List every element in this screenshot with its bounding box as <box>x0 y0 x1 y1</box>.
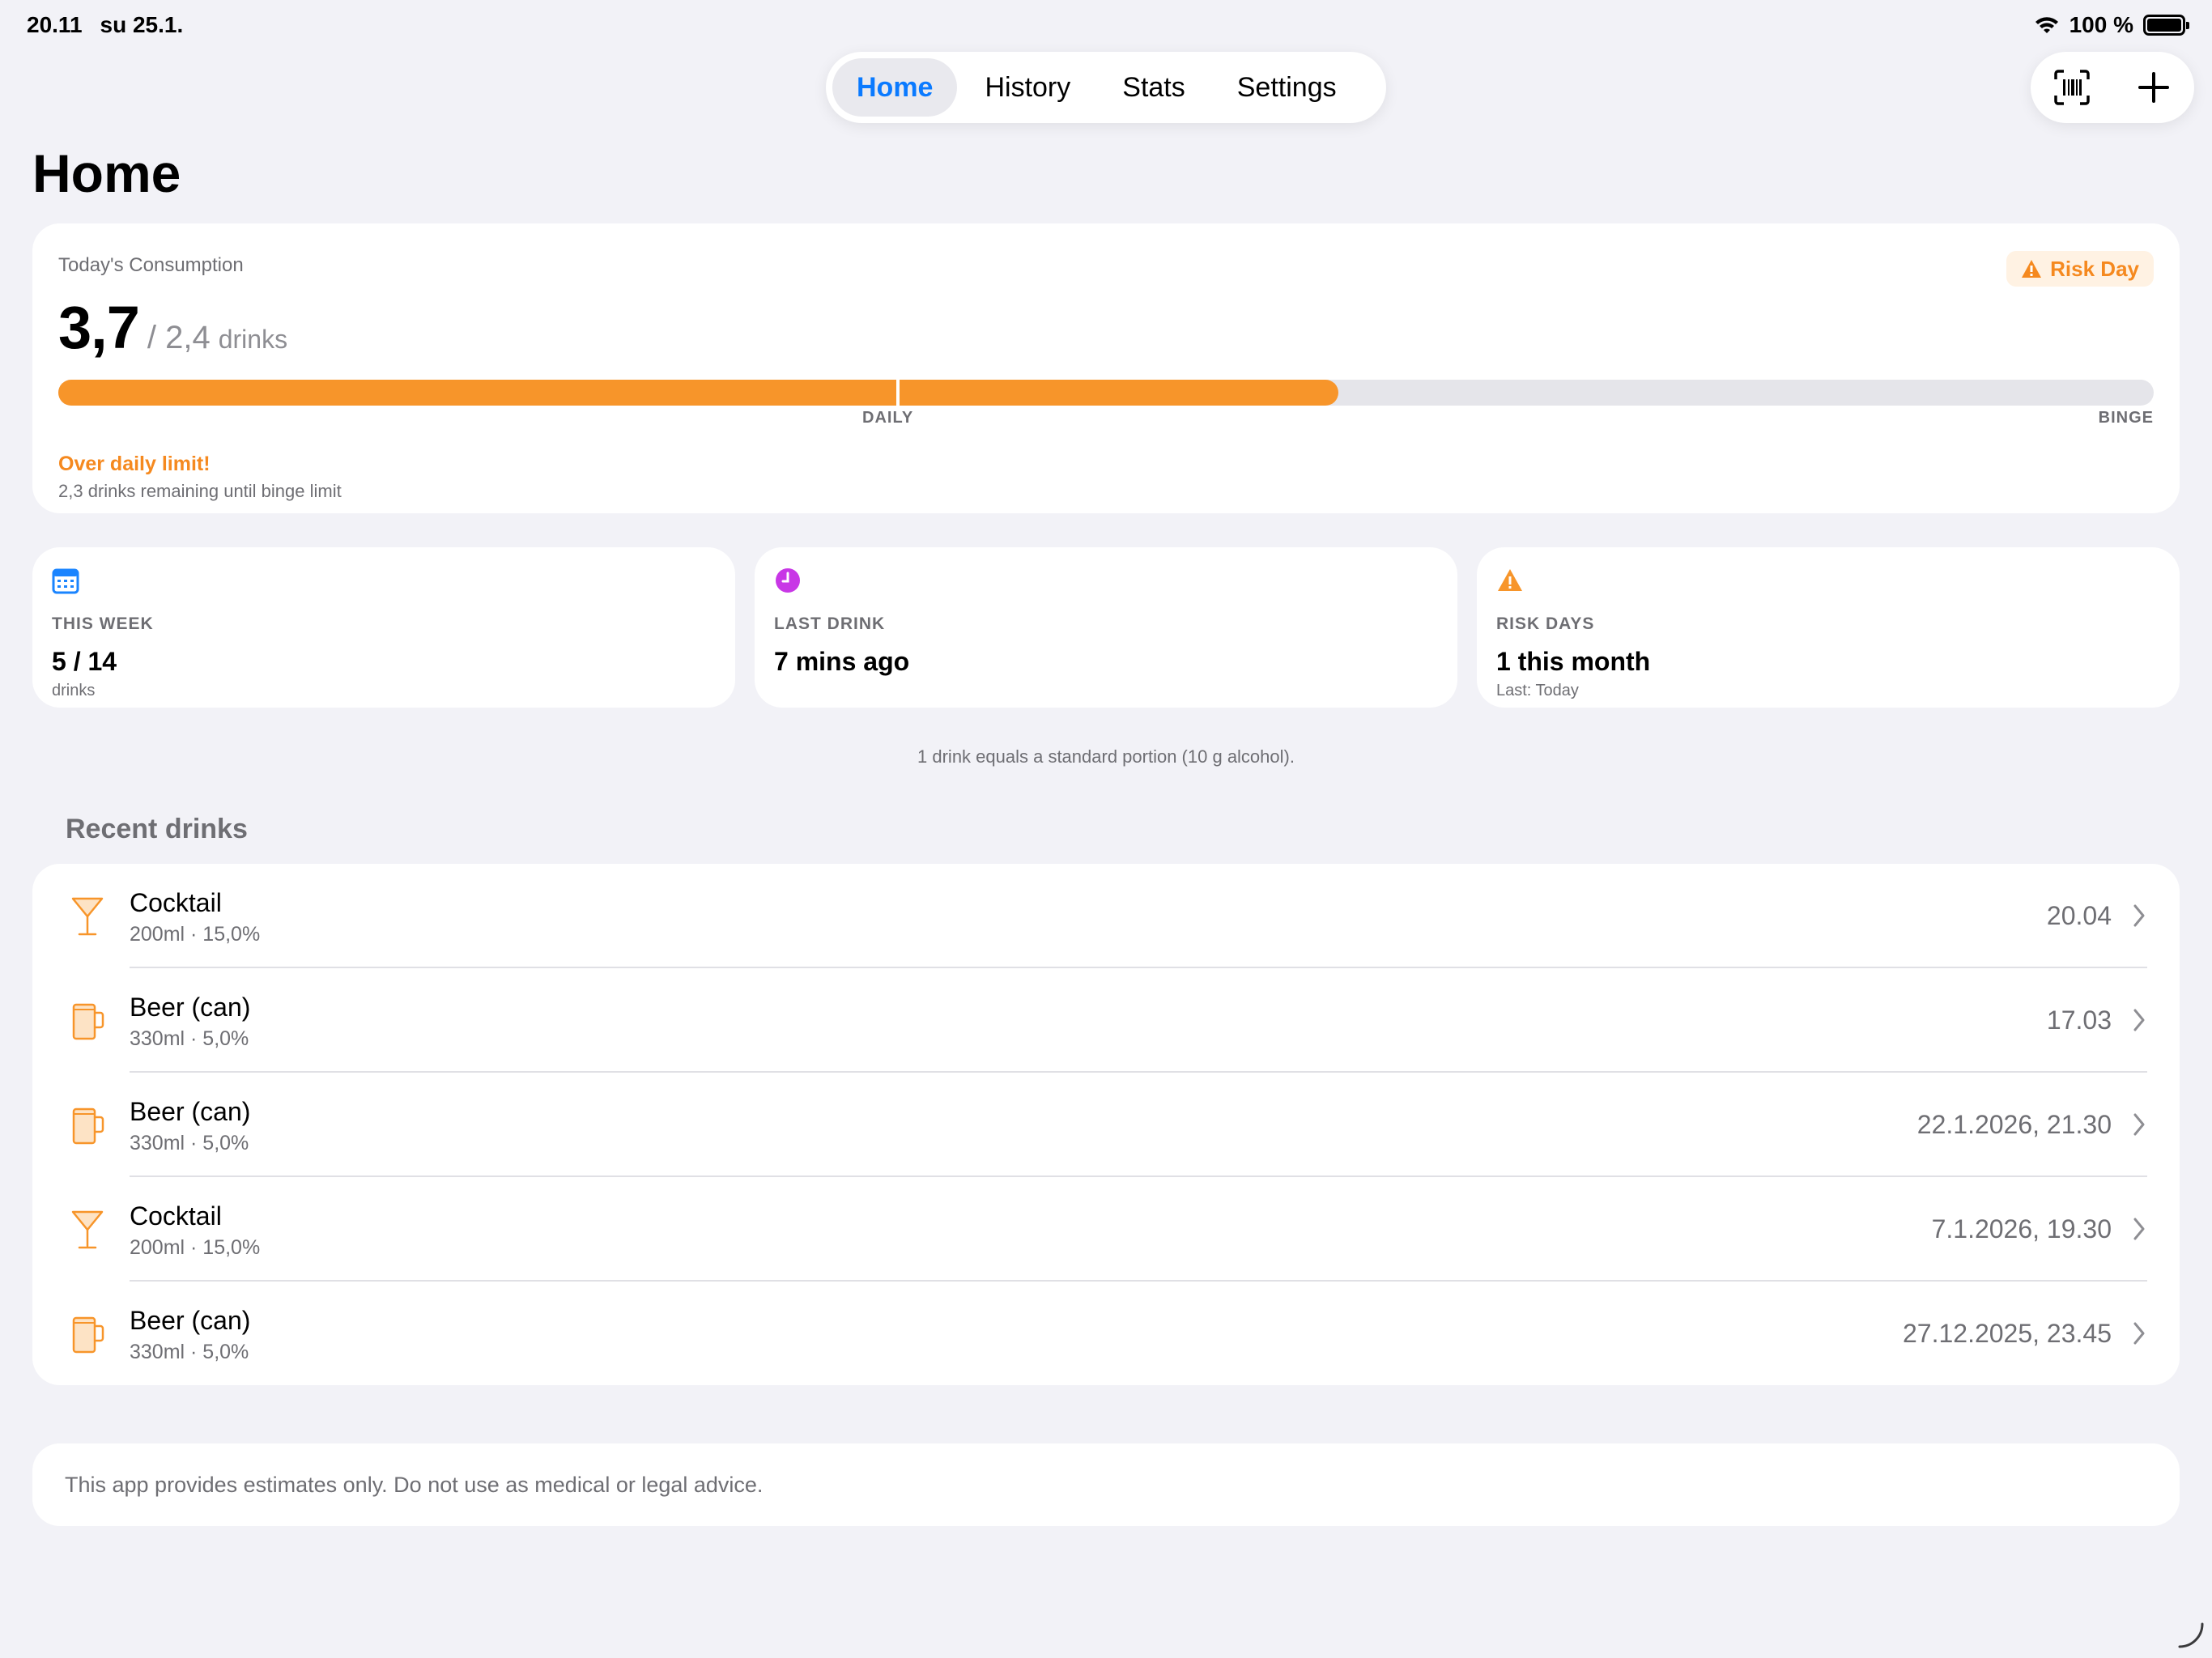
drink-text: Cocktail 200ml · 15,0% <box>130 888 260 946</box>
wifi-icon <box>2035 17 2058 33</box>
list-item[interactable]: Beer (can) 330ml · 5,0% 17.03 <box>32 968 2180 1073</box>
last-drink-card[interactable]: LAST DRINK 7 mins ago <box>755 547 1457 708</box>
drink-name: Cocktail <box>130 888 222 917</box>
disclaimer-card: This app provides estimates only. Do not… <box>32 1443 2180 1526</box>
list-item[interactable]: Beer (can) 330ml · 5,0% 27.12.2025, 23.4… <box>32 1282 2180 1385</box>
drink-time: 17.03 <box>2046 1005 2112 1035</box>
chevron-right-icon <box>2133 1218 2145 1240</box>
add-drink-button[interactable] <box>2121 55 2186 120</box>
barcode-scan-icon <box>2053 70 2090 105</box>
binge-limit-label: BINGE <box>2098 409 2154 427</box>
consumption-value-row: 3,7 / 2,4 drinks <box>58 293 2154 362</box>
this-week-value: 5 / 14 <box>52 647 117 676</box>
warning-icon <box>2022 260 2042 278</box>
chevron-right-icon <box>2133 1322 2145 1345</box>
consumption-unit: drinks <box>218 325 288 354</box>
beer-mug-icon <box>72 1003 104 1040</box>
scan-button[interactable] <box>2040 55 2104 120</box>
daily-limit-marker <box>896 380 900 406</box>
risk-day-label: Risk Day <box>2050 256 2139 281</box>
chevron-right-icon <box>2133 1113 2145 1136</box>
tab-bar: Home History Stats Settings <box>826 52 1386 123</box>
consumption-progress-fill <box>58 380 1339 406</box>
status-time: 20.11 <box>27 12 83 37</box>
tab-home[interactable]: Home <box>832 58 958 117</box>
todays-consumption-label: Today's Consumption <box>58 254 244 276</box>
resize-handle-icon[interactable] <box>2175 1619 2207 1652</box>
beer-mug-icon <box>72 1316 104 1354</box>
drink-name: Cocktail <box>130 1201 222 1231</box>
progress-bar-labels: DAILY BINGE <box>58 409 2154 433</box>
toolbar-actions <box>2031 52 2194 123</box>
daily-limit-value: / 2,4 <box>147 320 211 355</box>
status-right: 100 % <box>2034 12 2189 38</box>
clock-icon <box>776 568 800 593</box>
tab-stats[interactable]: Stats <box>1098 58 1209 117</box>
last-drink-value: 7 mins ago <box>774 647 910 676</box>
status-left: 20.11 su 25.1. <box>27 12 183 38</box>
cocktail-glass-icon <box>71 1210 104 1249</box>
drink-text: Cocktail 200ml · 15,0% <box>130 1201 260 1260</box>
recent-drinks-list: Cocktail 200ml · 15,0% 20.04 Beer (can) … <box>32 864 2180 1385</box>
drink-time: 7.1.2026, 19.30 <box>1931 1214 2112 1244</box>
battery-icon <box>2143 15 2189 36</box>
todays-consumption-card: Today's Consumption Risk Day 3,7 / 2,4 d… <box>32 223 2180 513</box>
drink-time: 22.1.2026, 21.30 <box>1916 1110 2112 1139</box>
warning-icon <box>1498 569 1522 591</box>
calendar-icon <box>52 568 79 594</box>
status-bar: 20.11 su 25.1. 100 % <box>0 0 2212 50</box>
consumption-progress-bar <box>58 380 2154 406</box>
disclaimer-text: This app provides estimates only. Do not… <box>65 1472 764 1497</box>
risk-days-card[interactable]: RISK DAYS 1 this month Last: Today <box>1477 547 2180 708</box>
chevron-right-icon <box>2133 1009 2145 1031</box>
page-title: Home <box>32 143 181 203</box>
beer-mug-icon <box>72 1107 104 1145</box>
standard-drink-footnote: 1 drink equals a standard portion (10 g … <box>917 746 1295 767</box>
risk-day-badge: Risk Day <box>2006 251 2154 287</box>
consumption-value: 3,7 <box>58 294 140 361</box>
drink-time: 27.12.2025, 23.45 <box>1902 1319 2112 1348</box>
chevron-right-icon <box>2133 904 2145 927</box>
list-item[interactable]: Beer (can) 330ml · 5,0% 22.1.2026, 21.30 <box>32 1073 2180 1177</box>
drink-name: Beer (can) <box>130 993 251 1022</box>
risk-days-last: Last: Today <box>1496 682 1579 699</box>
plus-icon <box>2138 72 2169 103</box>
drink-text: Beer (can) 330ml · 5,0% <box>130 1097 250 1155</box>
risk-days-label: RISK DAYS <box>1496 614 1595 633</box>
this-week-unit: drinks <box>52 682 96 699</box>
risk-days-value: 1 this month <box>1496 647 1651 676</box>
drink-name: Beer (can) <box>130 1097 251 1126</box>
drink-name: Beer (can) <box>130 1306 251 1335</box>
binge-remaining-text: 2,3 drinks remaining until binge limit <box>58 481 342 501</box>
drink-detail: 330ml · 5,0% <box>130 1132 249 1154</box>
tab-settings[interactable]: Settings <box>1213 58 1361 117</box>
drink-detail: 200ml · 15,0% <box>130 923 261 946</box>
drink-detail: 330ml · 5,0% <box>130 1027 249 1050</box>
this-week-card[interactable]: THIS WEEK 5 / 14 drinks <box>32 547 735 708</box>
cocktail-glass-icon <box>71 897 104 936</box>
daily-limit-label: DAILY <box>862 409 914 427</box>
recent-drinks-title: Recent drinks <box>66 814 248 844</box>
this-week-label: THIS WEEK <box>52 614 154 633</box>
battery-percent: 100 % <box>2069 12 2133 37</box>
over-limit-warning: Over daily limit! <box>58 453 211 475</box>
tab-history[interactable]: History <box>960 58 1095 117</box>
drink-detail: 330ml · 5,0% <box>130 1341 249 1363</box>
last-drink-label: LAST DRINK <box>774 614 886 633</box>
drink-detail: 200ml · 15,0% <box>130 1236 261 1259</box>
list-item[interactable]: Cocktail 200ml · 15,0% 20.04 <box>32 864 2180 968</box>
drink-text: Beer (can) 330ml · 5,0% <box>130 993 250 1051</box>
status-date: su 25.1. <box>100 12 184 37</box>
drink-time: 20.04 <box>2046 901 2112 930</box>
drink-text: Beer (can) 330ml · 5,0% <box>130 1306 250 1364</box>
list-item[interactable]: Cocktail 200ml · 15,0% 7.1.2026, 19.30 <box>32 1177 2180 1282</box>
